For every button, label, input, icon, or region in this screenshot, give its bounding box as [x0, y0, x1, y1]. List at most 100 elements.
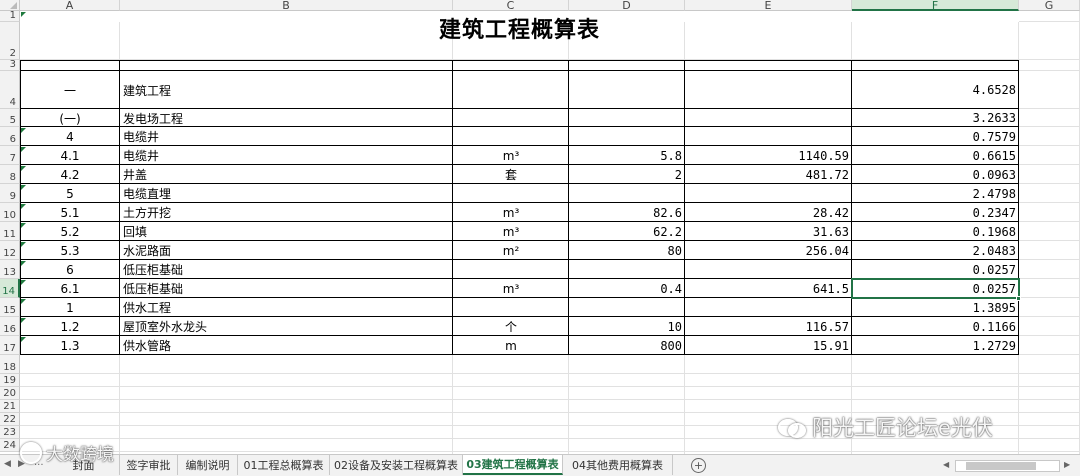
cell-price[interactable]: 1140.59 — [685, 146, 852, 165]
tab-prev-button[interactable]: ◀ — [4, 459, 11, 469]
row-header-2[interactable]: 2 — [0, 22, 20, 60]
row-header-4[interactable]: 4 — [0, 71, 20, 109]
cell-name[interactable]: 井盖 — [120, 165, 453, 184]
cell-price[interactable] — [685, 298, 852, 317]
cell-unit[interactable] — [453, 109, 569, 127]
row-header-9[interactable]: 9 — [0, 184, 20, 203]
row-header-18[interactable]: 18 — [0, 355, 20, 374]
sheet-tab-5[interactable]: 02设备及安装工程概算表 — [330, 455, 463, 475]
cell-price[interactable]: 116.57 — [685, 317, 852, 336]
cell-total[interactable]: 1.3895 — [852, 298, 1019, 317]
cell-unit[interactable]: 个 — [453, 317, 569, 336]
cell-unit[interactable]: m² — [453, 241, 569, 260]
row-header-15[interactable]: 15 — [0, 298, 20, 317]
cell-price[interactable]: 641.5 — [685, 279, 852, 298]
fill-handle[interactable] — [1016, 296, 1021, 301]
cell-qty[interactable] — [569, 298, 685, 317]
cell-name[interactable]: 建筑工程 — [120, 71, 453, 109]
error-indicator-icon[interactable] — [21, 185, 26, 190]
scrollbar-thumb[interactable] — [966, 462, 1036, 470]
cell-seq[interactable]: 1.3 — [20, 336, 120, 355]
row-header-1[interactable]: 1 — [0, 10, 20, 22]
error-indicator-icon[interactable] — [21, 337, 26, 342]
cell-name[interactable]: 屋顶室外水龙头 — [120, 317, 453, 336]
error-indicator-icon[interactable] — [21, 223, 26, 228]
row-header-20[interactable]: 20 — [0, 387, 20, 400]
sheet-tab-7[interactable]: 04其他费用概算表 — [563, 455, 673, 475]
row-header-6[interactable]: 6 — [0, 127, 20, 146]
column-header-d[interactable]: D — [569, 0, 685, 12]
cell-unit[interactable] — [453, 127, 569, 146]
cell-unit[interactable] — [453, 260, 569, 279]
cell-price[interactable]: 481.72 — [685, 165, 852, 184]
cell-total[interactable]: 0.6615 — [852, 146, 1019, 165]
scroll-right-icon[interactable]: ▶ — [1064, 460, 1070, 469]
cell-price[interactable]: 31.63 — [685, 222, 852, 241]
column-header-c[interactable]: C — [453, 0, 569, 12]
cell-unit[interactable]: m — [453, 336, 569, 355]
cell-price[interactable]: 256.04 — [685, 241, 852, 260]
error-indicator-icon[interactable] — [21, 318, 26, 323]
error-indicator-icon[interactable] — [21, 147, 26, 152]
error-indicator-icon[interactable] — [21, 242, 26, 247]
column-header-g[interactable]: G — [1019, 0, 1080, 12]
row-header-22[interactable]: 22 — [0, 413, 20, 426]
cell-qty[interactable]: 5.8 — [569, 146, 685, 165]
column-header-f[interactable]: F — [852, 0, 1019, 12]
row-header-16[interactable]: 16 — [0, 317, 20, 336]
cell-unit[interactable] — [453, 298, 569, 317]
cell-qty[interactable]: 2 — [569, 165, 685, 184]
row-header-21[interactable]: 21 — [0, 400, 20, 413]
row-header-23[interactable]: 23 — [0, 426, 20, 439]
cell-seq[interactable]: 5.2 — [20, 222, 120, 241]
cell-unit[interactable] — [453, 184, 569, 203]
cell-name[interactable]: 电缆井 — [120, 127, 453, 146]
cell-name[interactable]: 供水工程 — [120, 298, 453, 317]
cell-seq[interactable]: 一 — [20, 71, 120, 109]
cell-qty[interactable] — [569, 184, 685, 203]
cell-qty[interactable] — [569, 109, 685, 127]
error-indicator-icon[interactable] — [21, 166, 26, 171]
cell-total[interactable]: 4.6528 — [852, 71, 1019, 109]
cell-seq[interactable]: 6 — [20, 260, 120, 279]
cell-qty[interactable] — [569, 260, 685, 279]
cell-total[interactable]: 2.0483 — [852, 241, 1019, 260]
cell-total[interactable]: 0.0257 — [852, 260, 1019, 279]
cell-unit[interactable]: m³ — [453, 146, 569, 165]
cell-total[interactable]: 0.7579 — [852, 127, 1019, 146]
cell-qty[interactable]: 82.6 — [569, 203, 685, 222]
row-header-13[interactable]: 13 — [0, 260, 20, 279]
cell-name[interactable]: 发电场工程 — [120, 109, 453, 127]
cell-unit[interactable]: 套 — [453, 165, 569, 184]
cell-name[interactable]: 电缆井 — [120, 146, 453, 165]
error-indicator-icon[interactable] — [21, 261, 26, 266]
cell-total[interactable]: 1.2729 — [852, 336, 1019, 355]
row-header-17[interactable]: 17 — [0, 336, 20, 355]
row-header-7[interactable]: 7 — [0, 146, 20, 165]
error-indicator-icon[interactable] — [21, 204, 26, 209]
cell-price[interactable] — [685, 127, 852, 146]
cell-qty[interactable]: 0.4 — [569, 279, 685, 298]
sheet-tab-6[interactable]: 03建筑工程概算表 — [463, 455, 563, 475]
error-indicator-icon[interactable] — [21, 128, 26, 133]
cell-seq[interactable]: 1 — [20, 298, 120, 317]
cell-total[interactable]: 0.2347 — [852, 203, 1019, 222]
row-header-24[interactable]: 24 — [0, 439, 20, 452]
cell-unit[interactable] — [453, 71, 569, 109]
cell-name[interactable]: 供水管路 — [120, 336, 453, 355]
row-header-12[interactable]: 12 — [0, 241, 20, 260]
cell-total[interactable]: 0.1166 — [852, 317, 1019, 336]
cell-price[interactable] — [685, 109, 852, 127]
cell-total[interactable]: 3.2633 — [852, 109, 1019, 127]
error-indicator-icon[interactable] — [21, 12, 26, 17]
column-header-e[interactable]: E — [685, 0, 852, 12]
cell-qty[interactable]: 800 — [569, 336, 685, 355]
row-header-5[interactable]: 5 — [0, 109, 20, 127]
error-indicator-icon[interactable] — [21, 280, 26, 285]
cell-name[interactable]: 土方开挖 — [120, 203, 453, 222]
row-header-19[interactable]: 19 — [0, 374, 20, 387]
cell-unit[interactable]: m³ — [453, 203, 569, 222]
cell-qty[interactable]: 80 — [569, 241, 685, 260]
error-indicator-icon[interactable] — [21, 299, 26, 304]
cell-name[interactable]: 水泥路面 — [120, 241, 453, 260]
